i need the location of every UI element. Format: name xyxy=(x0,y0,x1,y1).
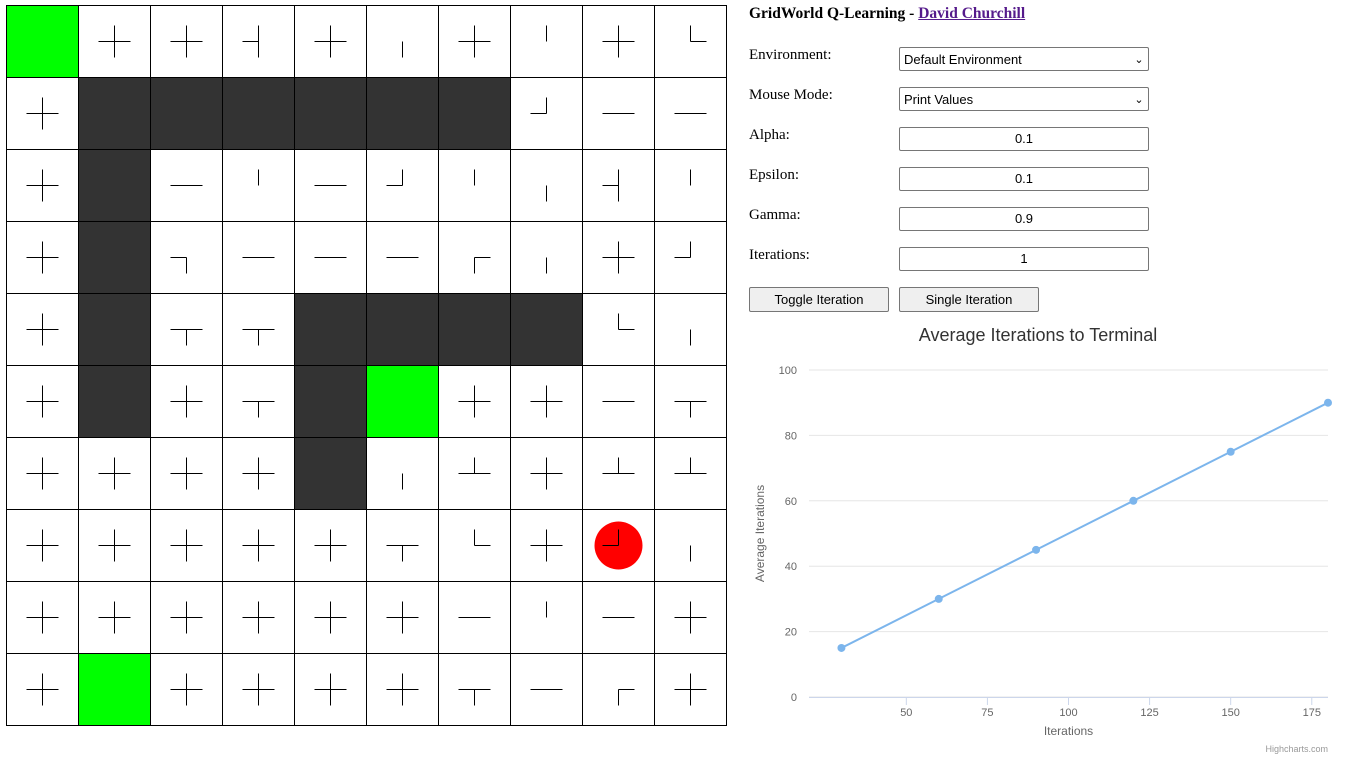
iterations-label: Iterations: xyxy=(749,247,810,263)
wall-cell[interactable] xyxy=(366,293,439,366)
iterations-input[interactable]: 1 xyxy=(899,247,1149,271)
data-point[interactable] xyxy=(1324,398,1332,407)
data-point[interactable] xyxy=(1032,545,1041,554)
epsilon-input[interactable]: 0.1 xyxy=(899,167,1149,191)
wall-cell[interactable] xyxy=(438,77,511,150)
wall-cell[interactable] xyxy=(294,77,367,150)
alpha-input[interactable]: 0.1 xyxy=(899,127,1149,151)
wall-cell[interactable] xyxy=(78,221,151,294)
y-axis-title: Average Iterations xyxy=(753,485,767,582)
y-tick-label: 100 xyxy=(779,365,797,377)
iterations-chart: Average Iterations to Terminal 0 20 40 60 80 1… xyxy=(749,318,1339,763)
wall-cell[interactable] xyxy=(294,437,367,510)
goal-cell[interactable] xyxy=(78,653,151,726)
goal-cell[interactable] xyxy=(366,365,439,438)
chart-credits[interactable]: Highcharts.com xyxy=(1265,744,1328,754)
data-point[interactable] xyxy=(934,594,943,603)
epsilon-label: Epsilon: xyxy=(749,167,800,183)
environment-select-value: Default Environment xyxy=(904,51,1022,67)
environment-select[interactable]: Default Environment ⌄ xyxy=(899,47,1149,71)
mouse-mode-label: Mouse Mode: xyxy=(749,87,833,103)
goal-cell[interactable] xyxy=(6,5,79,78)
x-tick-label: 75 xyxy=(981,707,993,719)
title-text: GridWorld Q-Learning - xyxy=(749,5,919,22)
wall-cell[interactable] xyxy=(78,77,151,150)
gridworld-board[interactable] xyxy=(6,5,727,726)
x-tick-label: 150 xyxy=(1222,707,1240,719)
chart-title: Average Iterations to Terminal xyxy=(919,325,1157,345)
data-point[interactable] xyxy=(1226,447,1235,456)
y-tick-label: 60 xyxy=(785,496,797,508)
wall-cell[interactable] xyxy=(78,365,151,438)
chevron-down-icon: ⌄ xyxy=(1134,53,1144,66)
wall-cell[interactable] xyxy=(438,293,511,366)
wall-cell[interactable] xyxy=(150,77,223,150)
wall-cell[interactable] xyxy=(78,149,151,222)
gamma-label: Gamma: xyxy=(749,207,801,223)
series-line xyxy=(840,401,1329,649)
chevron-down-icon: ⌄ xyxy=(1134,93,1144,106)
environment-label: Environment: xyxy=(749,47,832,63)
page-title: GridWorld Q-Learning - David Churchill xyxy=(749,5,1025,23)
y-tick-label: 20 xyxy=(785,627,797,639)
wall-cell[interactable] xyxy=(78,293,151,366)
gamma-input[interactable]: 0.9 xyxy=(899,207,1149,231)
wall-cell[interactable] xyxy=(510,293,583,366)
wall-cell[interactable] xyxy=(366,77,439,150)
author-link[interactable]: David Churchill xyxy=(918,5,1025,22)
wall-cell[interactable] xyxy=(222,77,295,150)
mouse-mode-select-value: Print Values xyxy=(904,91,974,107)
x-tick-label: 50 xyxy=(900,707,912,719)
wall-cell[interactable] xyxy=(294,365,367,438)
x-tick-label: 125 xyxy=(1140,707,1158,719)
toggle-iteration-button[interactable]: Toggle Iteration xyxy=(749,287,889,312)
single-iteration-button[interactable]: Single Iteration xyxy=(899,287,1039,312)
gridworld-canvas[interactable] xyxy=(6,5,727,726)
y-tick-label: 80 xyxy=(785,430,797,442)
data-point[interactable] xyxy=(837,643,846,652)
wall-cell[interactable] xyxy=(294,293,367,366)
mouse-mode-select[interactable]: Print Values ⌄ xyxy=(899,87,1149,111)
data-point[interactable] xyxy=(1129,496,1138,505)
x-axis-title: Iterations xyxy=(1044,724,1093,738)
y-tick-label: 0 xyxy=(791,692,797,704)
x-tick-label: 100 xyxy=(1059,707,1077,719)
chart-canvas: Average Iterations to Terminal 0 20 40 60 80 1… xyxy=(753,325,1332,754)
y-tick-label: 40 xyxy=(785,561,797,573)
alpha-label: Alpha: xyxy=(749,127,790,143)
x-tick-label: 175 xyxy=(1303,707,1321,719)
